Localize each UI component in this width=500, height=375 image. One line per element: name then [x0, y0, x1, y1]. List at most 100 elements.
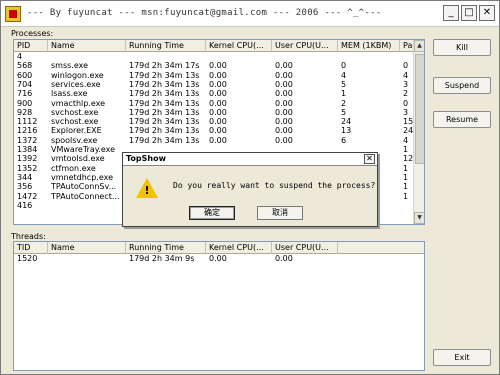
column-header[interactable]: TID: [14, 242, 48, 254]
close-button[interactable]: ✕: [479, 5, 495, 21]
table-cell: svchost.exe: [51, 117, 99, 127]
table-cell: 1112: [17, 117, 38, 127]
column-header[interactable]: Name: [48, 242, 126, 254]
table-cell: 0.00: [275, 61, 293, 71]
table-cell: TPAutoConnect...: [51, 191, 120, 201]
scroll-thumb[interactable]: [415, 54, 424, 164]
table-row[interactable]: 4: [14, 52, 414, 61]
dialog-confirm-button[interactable]: 确定: [189, 206, 235, 220]
column-header[interactable]: Running Time: [126, 242, 206, 254]
scroll-down-icon[interactable]: ▼: [414, 212, 424, 224]
table-cell: 0.00: [209, 135, 227, 145]
column-header[interactable]: Kernel CPU(...: [206, 40, 272, 52]
column-header[interactable]: Running Time: [126, 40, 206, 52]
table-cell: 0.00: [209, 254, 227, 263]
table-cell: vmtoolsd.exe: [51, 154, 105, 164]
table-cell: 0: [341, 61, 347, 71]
resume-button[interactable]: Resume: [433, 111, 491, 128]
table-cell: 4: [17, 52, 23, 61]
maximize-button[interactable]: □: [461, 5, 477, 21]
table-cell: 24: [403, 126, 414, 136]
table-cell: 13: [341, 126, 352, 136]
suspend-button[interactable]: Suspend: [433, 77, 491, 94]
table-cell: 179d 2h 34m 13s: [129, 89, 200, 99]
table-cell: 12: [403, 154, 414, 164]
table-cell: services.exe: [51, 79, 101, 89]
table-cell: svchost.exe: [51, 107, 99, 117]
table-cell: 24: [341, 117, 352, 127]
table-row[interactable]: 716 lsass.exe 179d 2h 34m 13s 0.00 0.00 1 2: [14, 89, 414, 98]
table-cell: 179d 2h 34m 13s: [129, 79, 200, 89]
table-cell: 15: [403, 117, 414, 127]
table-cell: 4: [403, 135, 409, 145]
table-cell: 3: [403, 79, 409, 89]
table-cell: VMwareTray.exe: [51, 145, 116, 154]
table-row[interactable]: 704 services.exe 179d 2h 34m 13s 0.00 0.00 5 3: [14, 80, 414, 89]
minimize-button[interactable]: _: [443, 5, 459, 21]
exit-button[interactable]: Exit: [433, 349, 491, 366]
table-cell: 0.00: [209, 107, 227, 117]
table-cell: 179d 2h 34m 13s: [129, 117, 200, 127]
window-title: --- By fuyuncat --- msn:fuyuncat@gmail.c…: [27, 8, 382, 18]
table-row[interactable]: 1216 Explorer.EXE 179d 2h 34m 13s 0.00 0.00 1…: [14, 126, 414, 135]
column-header[interactable]: MEM (1KBM): [338, 40, 400, 52]
table-cell: [48, 52, 126, 61]
table-cell: 0.00: [209, 117, 227, 127]
table-cell: lsass.exe: [51, 89, 88, 99]
table-row[interactable]: 928 svchost.exe 179d 2h 34m 13s 0.00 0.00 5 3: [14, 108, 414, 117]
table-cell: 1472: [17, 191, 38, 201]
scroll-up-icon[interactable]: ▲: [414, 40, 424, 52]
table-cell: 0.00: [209, 98, 227, 108]
column-header[interactable]: Name: [48, 40, 126, 52]
table-cell: 2: [341, 98, 347, 108]
table-cell: 179d 2h 34m 13s: [129, 135, 200, 145]
table-row[interactable]: 1372 spoolsv.exe 179d 2h 34m 13s 0.00 0.00 6 4: [14, 136, 414, 145]
table-cell: 179d 2h 34m 9s: [129, 254, 195, 263]
table-cell: 1: [341, 89, 347, 99]
confirm-dialog: TopShow ✕ ! Do you really want to suspen…: [122, 152, 378, 227]
table-cell: 0.00: [275, 79, 293, 89]
column-header[interactable]: PID: [14, 40, 48, 52]
column-header[interactable]: User CPU(U...: [272, 242, 338, 254]
table-cell: 928: [17, 107, 33, 117]
table-cell: 179d 2h 34m 13s: [129, 70, 200, 80]
table-cell: [48, 254, 126, 263]
column-header[interactable]: Pa: [400, 40, 414, 52]
table-row[interactable]: 568 smss.exe 179d 2h 34m 17s 0.00 0.00 0 0: [14, 61, 414, 70]
column-header[interactable]: User CPU(U...: [272, 40, 338, 52]
table-row[interactable]: 1112 svchost.exe 179d 2h 34m 13s 0.00 0.00 24…: [14, 117, 414, 126]
table-cell: 0.00: [275, 89, 293, 99]
table-cell: winlogon.exe: [51, 70, 104, 80]
table-cell: 1352: [17, 163, 38, 173]
table-cell: 0: [403, 61, 409, 71]
table-cell: 716: [17, 89, 33, 99]
table-cell: 0.00: [275, 70, 293, 80]
table-cell: 179d 2h 34m 17s: [129, 61, 200, 71]
dialog-close-icon[interactable]: ✕: [364, 154, 375, 164]
table-cell: 600: [17, 70, 33, 80]
processes-label: Processes:: [11, 29, 54, 38]
table-cell: smss.exe: [51, 61, 89, 71]
dialog-title: TopShow: [126, 154, 166, 163]
thread-list[interactable]: TID Name Running Time Kernel CPU(... User CP…: [13, 241, 425, 371]
table-cell: 1: [403, 182, 409, 192]
app-icon: [5, 6, 21, 22]
table-cell: 0.00: [209, 61, 227, 71]
kill-button[interactable]: Kill: [433, 39, 491, 56]
table-row[interactable]: 900 vmacthlp.exe 179d 2h 34m 13s 0.00 0.00 2 0: [14, 99, 414, 108]
table-row[interactable]: 600 winlogon.exe 179d 2h 34m 13s 0.00 0.00 4 4: [14, 71, 414, 80]
thread-list-header: TID Name Running Time Kernel CPU(... User CP…: [14, 242, 424, 254]
warning-icon-mark: !: [144, 184, 150, 197]
dialog-cancel-button[interactable]: 取消: [257, 206, 303, 220]
table-cell: 344: [17, 172, 33, 182]
table-cell: 1520: [17, 254, 38, 263]
table-row[interactable]: 1520 179d 2h 34m 9s 0.00 0.00: [14, 254, 338, 263]
table-cell: ctfmon.exe: [51, 163, 96, 173]
table-cell: 4: [403, 70, 409, 80]
table-cell: 3: [403, 107, 409, 117]
dialog-message: Do you really want to suspend the proces…: [173, 181, 376, 190]
process-list-scrollbar[interactable]: ▲ ▼: [413, 40, 424, 224]
column-header[interactable]: Kernel CPU(...: [206, 242, 272, 254]
table-cell: [206, 52, 272, 61]
table-cell: [400, 52, 414, 61]
